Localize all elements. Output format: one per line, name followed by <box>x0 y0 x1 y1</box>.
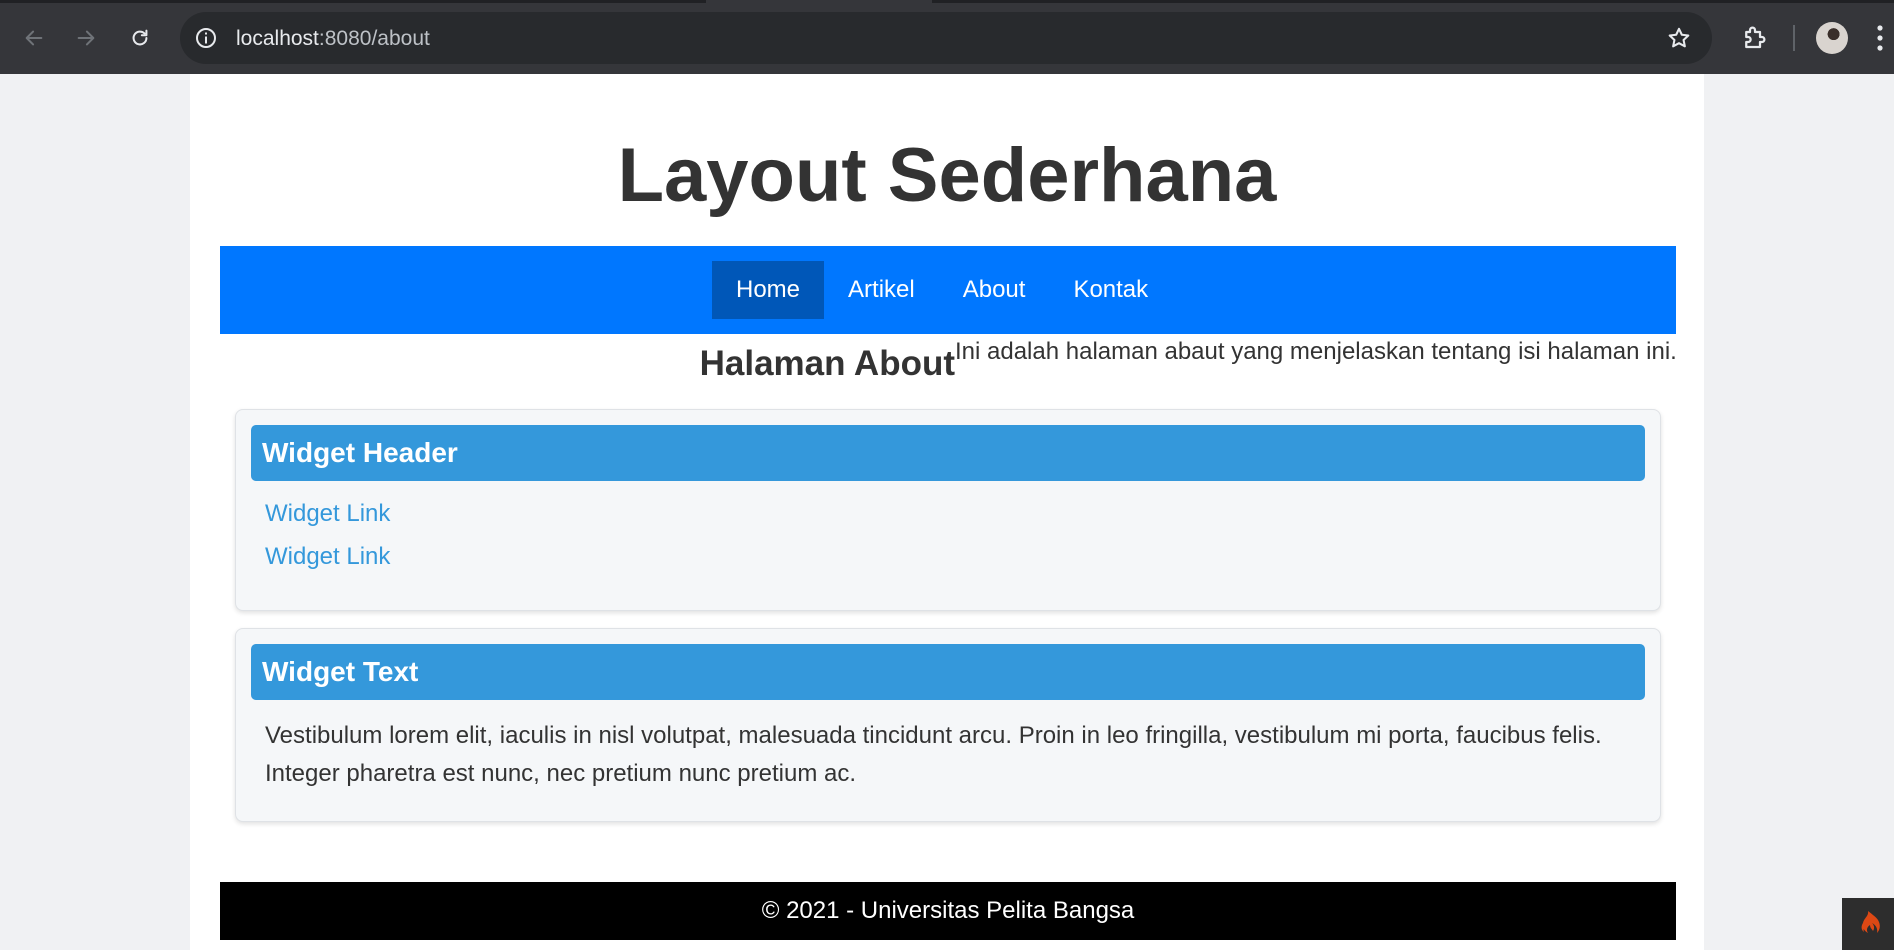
nav-menu: Home Artikel About Kontak <box>712 261 1172 319</box>
widget-links: Widget Header Widget Link Widget Link <box>235 409 1661 611</box>
browser-toolbar: localhost:8080/about <box>0 0 1894 74</box>
reload-button[interactable] <box>124 22 156 54</box>
active-tab-edge <box>706 0 932 3</box>
about-section: Halaman About Ini adalah halaman abaut y… <box>220 334 1677 384</box>
tab-strip <box>0 0 1894 3</box>
widget-text-body: Vestibulum lorem elit, iaculis in nisl v… <box>265 722 1602 787</box>
back-button[interactable] <box>18 22 50 54</box>
widget-text: Widget Text Vestibulum lorem elit, iacul… <box>235 628 1661 822</box>
back-arrow-icon <box>25 30 43 46</box>
toolbar-separator <box>1793 25 1795 51</box>
widget-link[interactable]: Widget Link <box>265 543 390 571</box>
extensions-puzzle-icon[interactable] <box>1740 22 1770 52</box>
nav-about[interactable]: About <box>939 261 1050 319</box>
debug-toolbar-toggle[interactable] <box>1842 898 1894 950</box>
site-footer: © 2021 - Universitas Pelita Bangsa <box>220 882 1676 940</box>
forward-arrow-icon <box>77 30 95 46</box>
nav-kontak[interactable]: Kontak <box>1049 261 1172 319</box>
widget-text-title: Widget Text <box>251 644 1645 700</box>
url-path: :8080/about <box>318 27 430 50</box>
codeigniter-flame-icon <box>1861 911 1880 933</box>
kebab-menu-icon[interactable] <box>1876 24 1884 52</box>
site-info-icon[interactable] <box>194 26 218 50</box>
forward-button[interactable] <box>70 22 102 54</box>
page-container: Layout Sederhana Home Artikel About Kont… <box>190 74 1704 950</box>
about-text: Ini adalah halaman abaut yang menjelaska… <box>955 338 1677 365</box>
widget-link[interactable]: Widget Link <box>265 500 390 528</box>
about-heading: Halaman About <box>699 344 955 383</box>
bookmark-star-icon[interactable] <box>1666 25 1692 51</box>
widget-header-title: Widget Header <box>251 425 1645 481</box>
url-host: localhost <box>236 27 319 50</box>
site-title: Layout Sederhana <box>617 133 1277 218</box>
profile-avatar[interactable] <box>1816 22 1848 54</box>
nav-artikel[interactable]: Artikel <box>824 261 939 319</box>
main-navbar: Home Artikel About Kontak <box>220 246 1676 334</box>
url-text[interactable]: localhost:8080/about <box>236 27 430 51</box>
nav-home[interactable]: Home <box>712 261 825 319</box>
reload-icon <box>132 29 148 46</box>
address-bar[interactable]: localhost:8080/about <box>180 12 1712 64</box>
